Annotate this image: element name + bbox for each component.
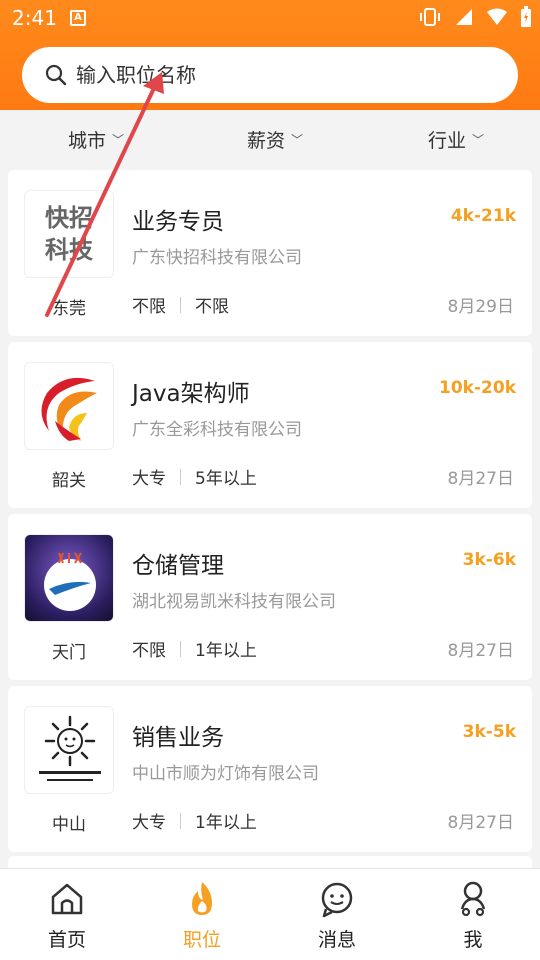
job-title: 销售业务: [132, 725, 224, 751]
status-badge: A: [70, 10, 86, 26]
vibrate-icon: [420, 8, 440, 26]
company-name: 湖北视易凯米科技有限公司: [132, 592, 336, 612]
job-education: 大专: [132, 469, 166, 489]
job-salary: 3k-5k: [462, 722, 516, 742]
tab-jobs-label: 职位: [182, 929, 221, 951]
wifi-icon: [487, 8, 507, 25]
job-experience: 1年以上: [195, 813, 257, 833]
header-bar: 2:41 A: [0, 0, 540, 110]
chevron-down-icon: ﹀: [112, 133, 125, 147]
job-list: 快招 科技 东莞 业务专员 4k-21k 广东快招科技有限公司 不限 不限 8月…: [8, 170, 532, 858]
tag-divider: [180, 296, 181, 313]
company-logo: [24, 534, 114, 622]
status-icons: [418, 6, 532, 28]
job-date: 8月27日: [447, 813, 514, 833]
company-name: 中山市顺为灯饰有限公司: [132, 764, 319, 784]
job-city: 天门: [52, 643, 86, 663]
tag-divider: [180, 468, 181, 485]
job-card[interactable]: 中山 销售业务 3k-5k 中山市顺为灯饰有限公司 大专 1年以上 8月27日: [8, 686, 532, 852]
logo-text-line: 快招: [45, 204, 93, 232]
company-logo: [24, 362, 114, 450]
job-city: 东莞: [52, 299, 86, 319]
fire-icon: [192, 882, 212, 915]
tab-messages-label: 消息: [317, 929, 356, 951]
status-bar: 2:41 A: [0, 0, 540, 36]
job-card[interactable]: 韶关 Java架构师 10k-20k 广东全彩科技有限公司 大专 5年以上 8月…: [8, 342, 532, 508]
filter-salary-label: 薪资: [247, 130, 286, 152]
job-salary: 4k-21k: [450, 206, 516, 226]
filter-city-label: 城市: [68, 130, 107, 152]
chat-icon: [321, 882, 353, 918]
job-city: 中山: [52, 815, 86, 835]
home-icon: [51, 883, 83, 915]
job-title: 业务专员: [132, 209, 224, 235]
tab-me[interactable]: 我: [428, 879, 518, 952]
phoenix-logo-icon: [41, 377, 97, 441]
filter-industry-label: 行业: [428, 130, 467, 152]
chevron-down-icon: ﹀: [472, 133, 485, 147]
job-experience: 不限: [195, 297, 229, 317]
filter-salary[interactable]: 薪资 ﹀: [247, 126, 303, 153]
job-date: 8月27日: [447, 641, 514, 661]
user-icon: [460, 881, 486, 917]
filter-bar: 城市 ﹀ 薪资 ﹀ 行业 ﹀: [0, 110, 540, 166]
job-tags: 不限 1年以上: [132, 636, 257, 661]
job-tags: 大专 5年以上: [132, 464, 257, 489]
tag-divider: [180, 812, 181, 829]
job-card[interactable]: 快招 科技 东莞 业务专员 4k-21k 广东快招科技有限公司 不限 不限 8月…: [8, 170, 532, 336]
bottom-tab-bar: 首页 职位 消息 我: [0, 868, 540, 960]
search-icon: [45, 64, 67, 86]
job-education: 不限: [132, 297, 166, 317]
company-logo: 快招 科技: [24, 190, 114, 278]
search-input[interactable]: [76, 63, 476, 87]
company-logo: [24, 706, 114, 794]
company-name: 广东全彩科技有限公司: [132, 420, 302, 440]
tab-messages[interactable]: 消息: [292, 879, 382, 952]
job-tags: 不限 不限: [132, 292, 229, 317]
job-education: 大专: [132, 813, 166, 833]
signal-icon: [456, 9, 472, 25]
status-time: 2:41: [12, 6, 57, 30]
job-date: 8月29日: [447, 297, 514, 317]
job-date: 8月27日: [447, 469, 514, 489]
tab-jobs[interactable]: 职位: [157, 879, 247, 952]
job-salary: 3k-6k: [462, 550, 516, 570]
tab-home-label: 首页: [47, 929, 86, 951]
filter-city[interactable]: 城市 ﹀: [68, 126, 124, 153]
job-title: Java架构师: [132, 381, 250, 407]
logo-text-line: 科技: [45, 236, 93, 264]
job-salary: 10k-20k: [439, 378, 516, 398]
job-city: 韶关: [52, 471, 86, 491]
job-title: 仓储管理: [132, 553, 224, 579]
company-name: 广东快招科技有限公司: [132, 248, 302, 268]
job-card[interactable]: 天门 仓储管理 3k-6k 湖北视易凯米科技有限公司 不限 1年以上 8月27日: [8, 514, 532, 680]
search-bar[interactable]: [22, 47, 518, 103]
kmi-logo-icon: [44, 552, 96, 611]
chevron-down-icon: ﹀: [291, 133, 304, 147]
job-tags: 大专 1年以上: [132, 808, 257, 833]
tab-me-label: 我: [463, 929, 483, 951]
battery-icon: [521, 6, 531, 27]
filter-industry[interactable]: 行业 ﹀: [428, 126, 484, 153]
job-education: 不限: [132, 641, 166, 661]
tag-divider: [180, 640, 181, 657]
job-experience: 5年以上: [195, 469, 257, 489]
sun-logo-icon: [39, 715, 101, 781]
tab-home[interactable]: 首页: [22, 879, 112, 952]
job-experience: 1年以上: [195, 641, 257, 661]
